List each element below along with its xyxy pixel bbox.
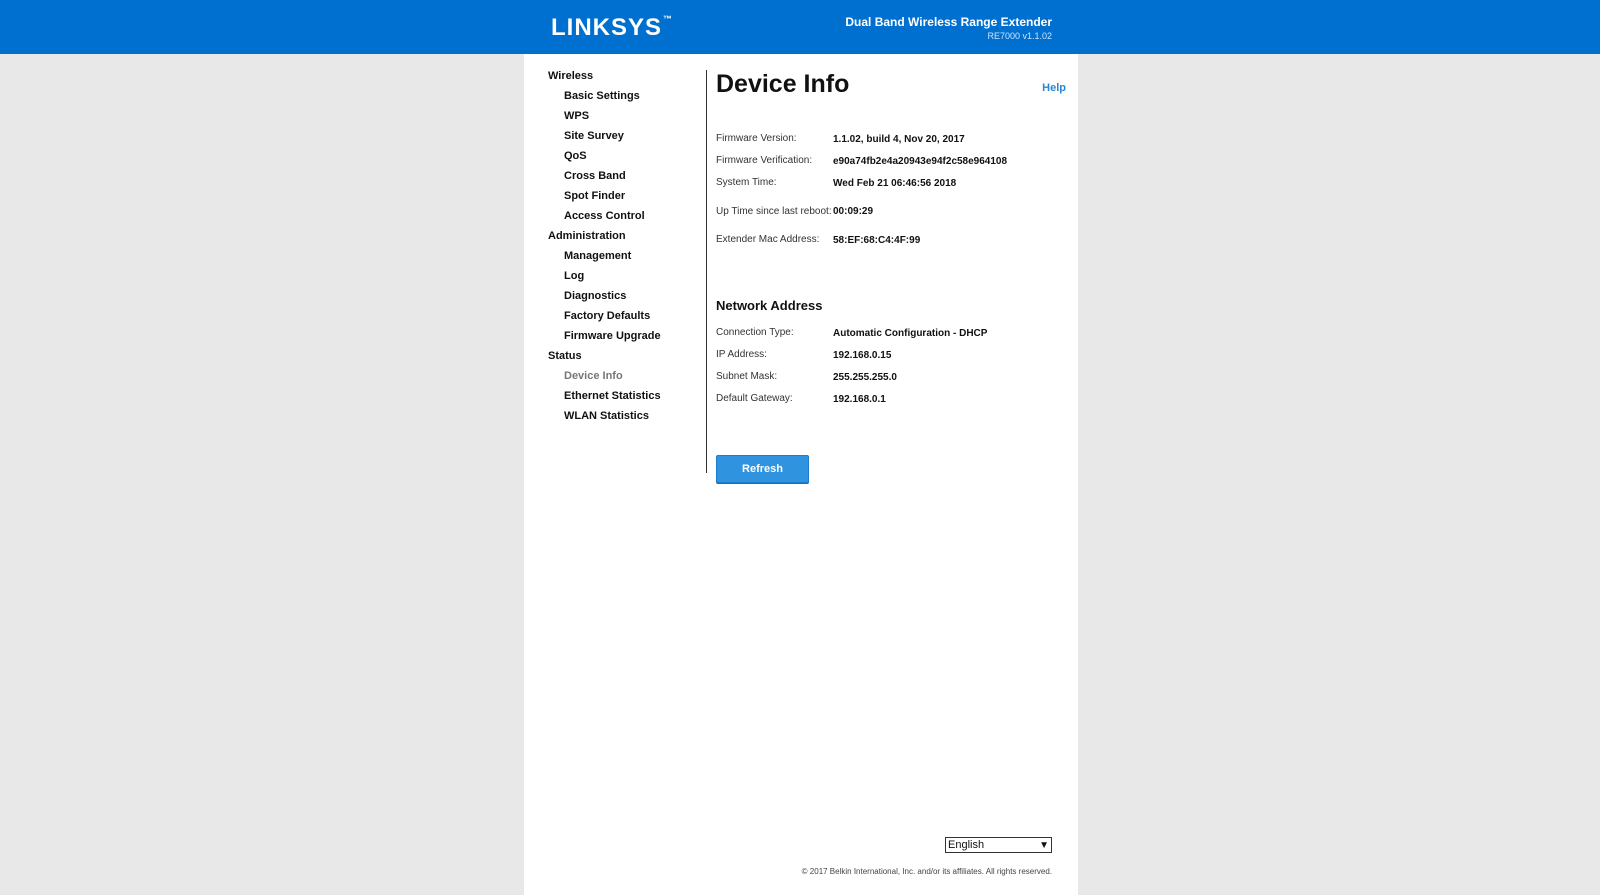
info-value: 255.255.255.0 (833, 371, 897, 383)
sidebar-item-device-info[interactable]: Device Info (548, 368, 708, 388)
info-value: e90a74fb2e4a20943e94f2c58e964108 (833, 155, 1008, 167)
sidebar-item-cross-band[interactable]: Cross Band (548, 168, 708, 188)
info-value: 00:09:29 (833, 206, 874, 217)
info-value: 1.1.02, build 4, Nov 20, 2017 (833, 133, 965, 145)
network-address-title: Network Address (716, 298, 823, 313)
main-panel: Wireless Basic Settings WPS Site Survey QoS C… (524, 54, 1078, 895)
info-value: Wed Feb 21 06:46:56 2018 (833, 177, 957, 189)
sidebar-item-log[interactable]: Log (548, 268, 708, 288)
linksys-logo: LINKSYS™ (551, 14, 674, 41)
info-row: Firmware Verification: e90a74fb2e4a20943e… (716, 150, 1056, 172)
sidebar-item-wps[interactable]: WPS (548, 108, 708, 128)
sidebar-divider (706, 70, 707, 473)
info-label: Subnet Mask: (716, 371, 778, 382)
content-area: Device Info Help Firmware Version: 1.1.02… (716, 68, 1066, 483)
info-label: Firmware Version: (716, 133, 797, 144)
info-label: Default Gateway: (716, 393, 793, 404)
info-value: 192.168.0.1 (833, 393, 886, 405)
language-selected: English (948, 839, 985, 851)
info-value: 58:EF:68:C4:4F:99 (833, 234, 921, 246)
info-row: Subnet Mask: 255.255.255.0 (716, 366, 1056, 388)
model-version: RE7000 v1.1.02 (987, 31, 1052, 41)
sidebar-item-ethernet-statistics[interactable]: Ethernet Statistics (548, 388, 708, 408)
info-row: IP Address: 192.168.0.15 (716, 344, 1056, 366)
sidebar-item-diagnostics[interactable]: Diagnostics (548, 288, 708, 308)
sidebar-item-spot-finder[interactable]: Spot Finder (548, 188, 708, 208)
nav-group-status: Status (548, 350, 582, 362)
sidebar-item-qos[interactable]: QoS (548, 148, 708, 168)
sidebar-item-management[interactable]: Management (548, 248, 708, 268)
top-bar: LINKSYS™ Dual Band Wireless Range Extend… (0, 0, 1600, 54)
page-title: Device Info (716, 70, 850, 98)
copyright-text: © 2017 Belkin International, Inc. and/or… (801, 867, 1052, 876)
info-value: Automatic Configuration - DHCP (833, 327, 988, 339)
network-address-table: Connection Type: Automatic Configuration … (716, 322, 1056, 410)
info-row: Extender Mac Address: 58:EF:68:C4:4F:99 (716, 229, 1056, 251)
nav-group-administration: Administration (548, 230, 626, 242)
product-name: Dual Band Wireless Range Extender (845, 15, 1052, 29)
sidebar-item-firmware-upgrade[interactable]: Firmware Upgrade (548, 328, 708, 348)
info-row: Up Time since last reboot: 00:09:29 (716, 194, 1056, 229)
sidebar-nav: Wireless Basic Settings WPS Site Survey QoS C… (548, 68, 708, 428)
info-row: Default Gateway: 192.168.0.1 (716, 388, 1056, 410)
sidebar-item-access-control[interactable]: Access Control (548, 208, 708, 228)
language-select[interactable]: English ▼ (945, 837, 1052, 853)
refresh-button[interactable]: Refresh (716, 455, 809, 483)
info-row: System Time: Wed Feb 21 06:46:56 2018 (716, 172, 1056, 194)
info-label: Up Time since last reboot: (716, 205, 832, 217)
sidebar-item-factory-defaults[interactable]: Factory Defaults (548, 308, 708, 328)
info-value: 192.168.0.15 (833, 349, 892, 361)
help-link[interactable]: Help (1042, 82, 1066, 94)
product-info: Dual Band Wireless Range Extender RE7000… (845, 15, 1052, 41)
nav-group-wireless: Wireless (548, 70, 594, 82)
chevron-down-icon: ▼ (1039, 839, 1049, 851)
info-row: Firmware Version: 1.1.02, build 4, Nov 20… (716, 128, 1056, 150)
sidebar-item-wlan-statistics[interactable]: WLAN Statistics (548, 408, 708, 428)
info-label: Extender Mac Address: (716, 234, 820, 245)
sidebar-item-site-survey[interactable]: Site Survey (548, 128, 708, 148)
info-label: IP Address: (716, 349, 767, 360)
sidebar-item-basic-settings[interactable]: Basic Settings (548, 88, 708, 108)
info-label: System Time: (716, 177, 777, 188)
info-label: Connection Type: (716, 327, 794, 338)
info-row: Connection Type: Automatic Configuration … (716, 322, 1056, 344)
info-label: Firmware Verification: (716, 155, 813, 166)
device-info-table: Firmware Version: 1.1.02, build 4, Nov 20… (716, 128, 1056, 251)
